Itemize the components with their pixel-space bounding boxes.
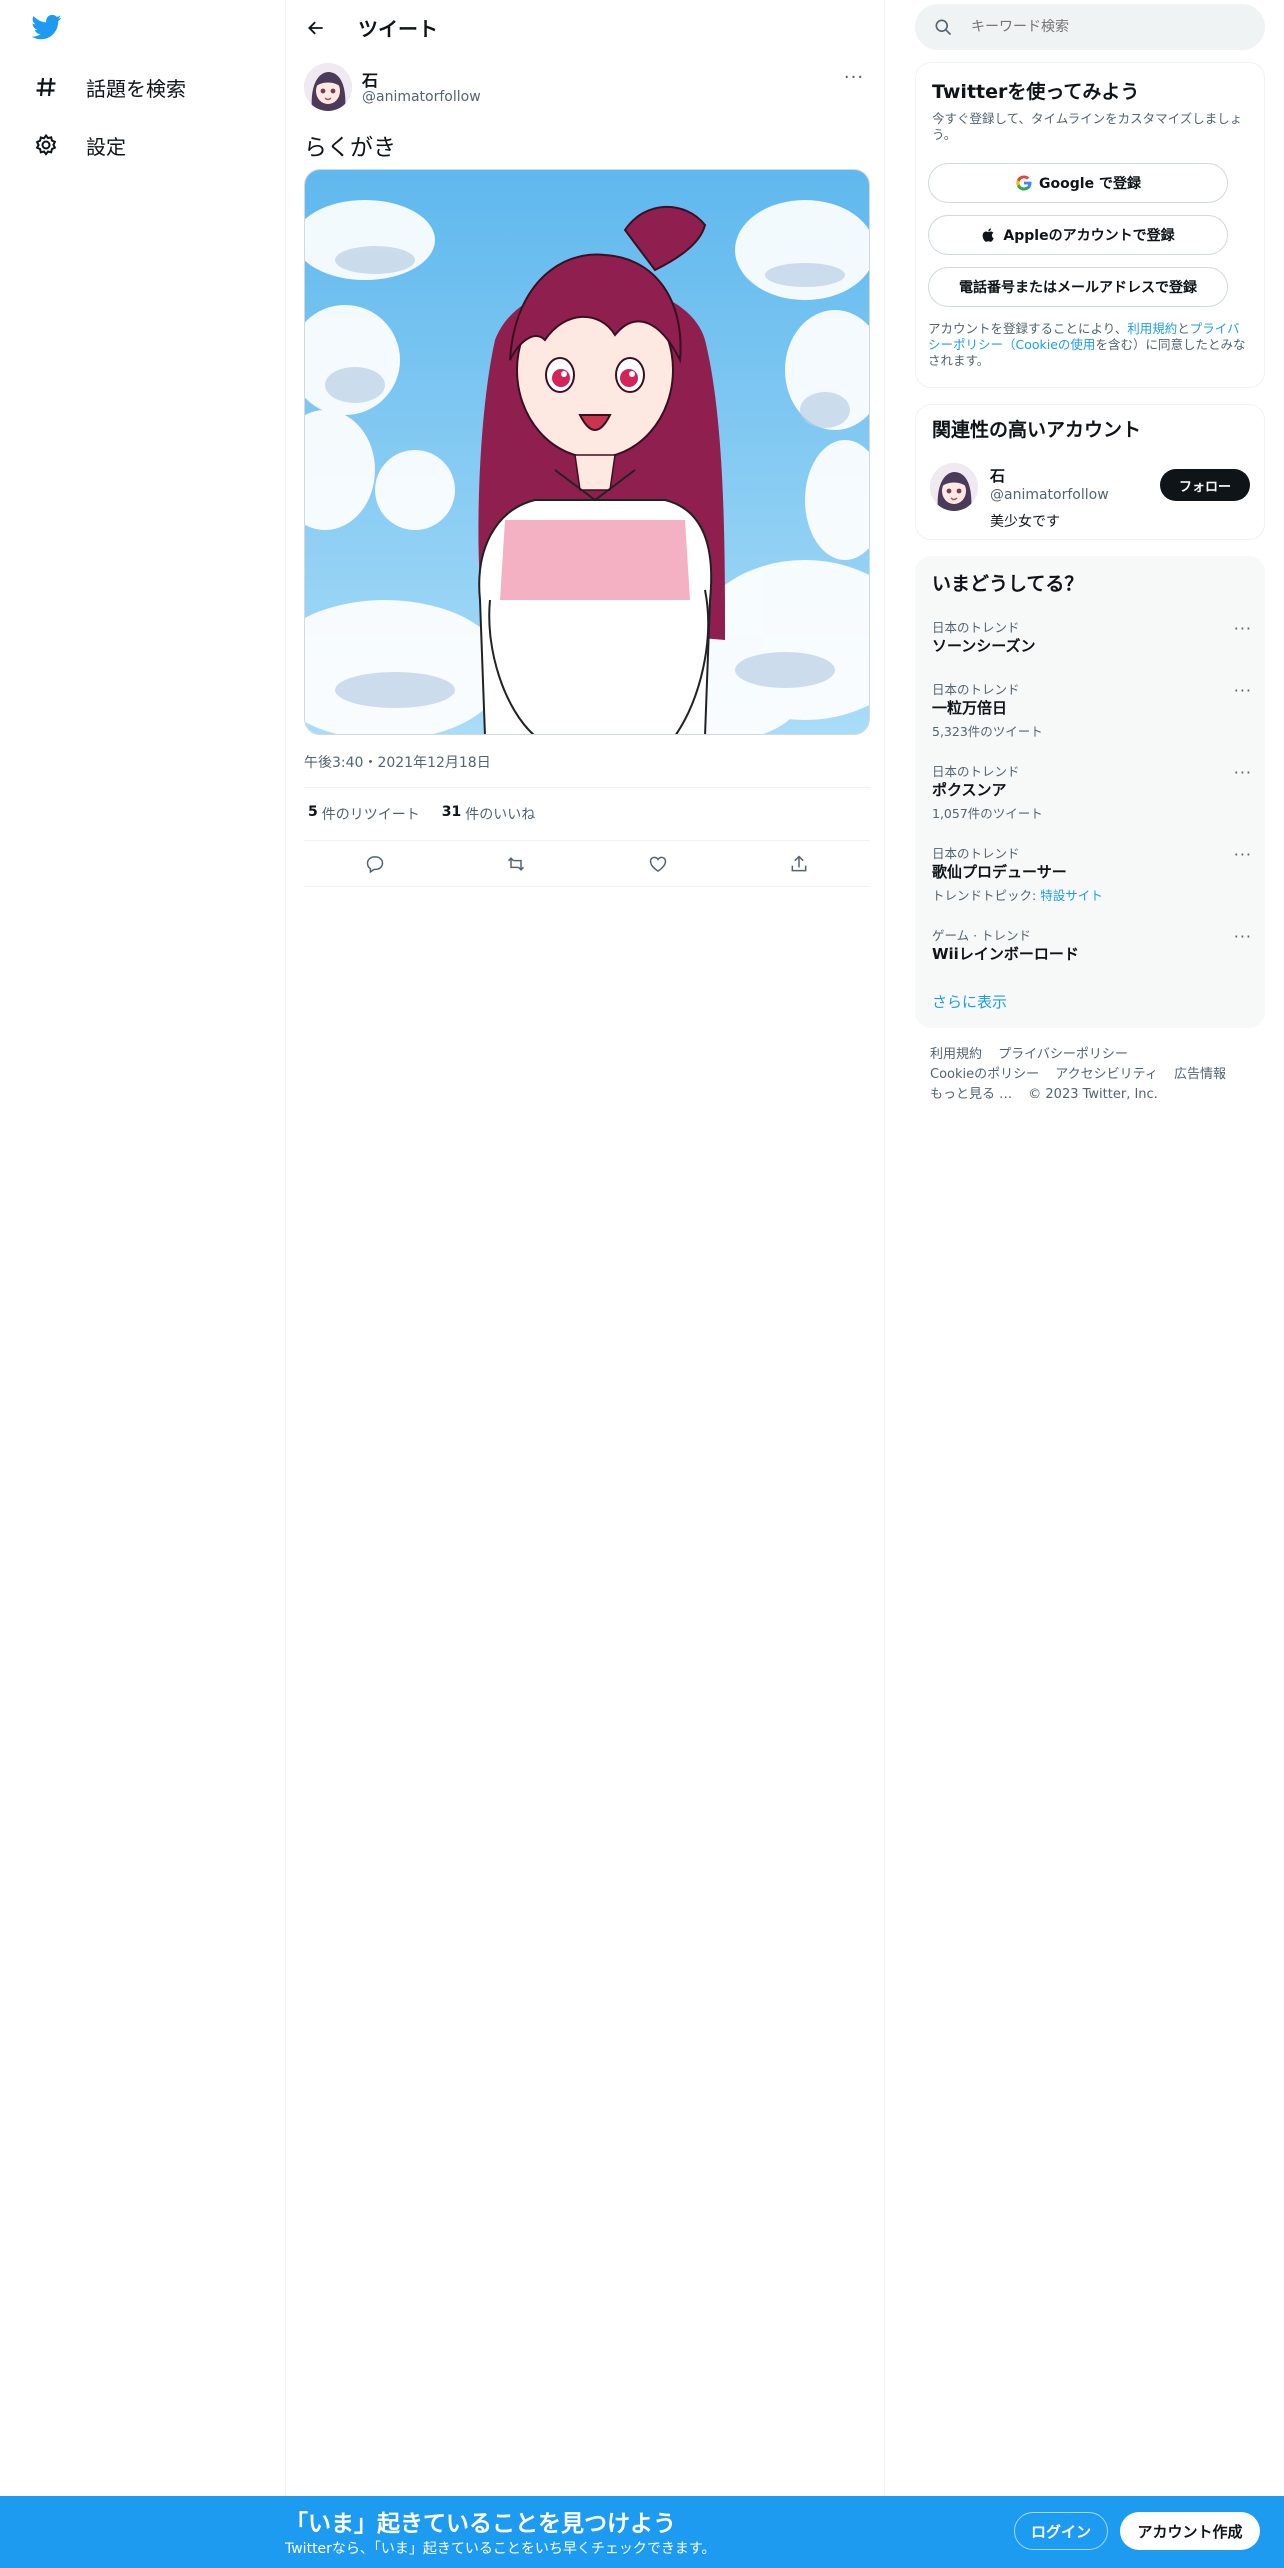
- like-stat[interactable]: 31 件のいいね: [438, 804, 535, 824]
- search-input[interactable]: [971, 19, 1231, 35]
- footer-accessibility-link[interactable]: アクセシビリティ: [1055, 1067, 1158, 1082]
- trend-count: 1,057件のツイート: [932, 806, 1043, 821]
- tweet-text: らくがき: [304, 135, 396, 161]
- legal-and: と: [1177, 321, 1190, 336]
- footer-copyright: © 2023 Twitter, Inc.: [1028, 1087, 1158, 1102]
- like-icon[interactable]: [641, 847, 675, 881]
- back-arrow-icon[interactable]: [300, 12, 332, 44]
- trend-item[interactable]: ゲーム · トレンド Wiiレインボーロード ···: [916, 925, 1266, 995]
- hashtag-icon: [30, 71, 62, 103]
- related-handle[interactable]: @animatorfollow: [990, 487, 1109, 503]
- login-button[interactable]: ログイン: [1014, 2512, 1108, 2550]
- avatar[interactable]: [930, 463, 978, 511]
- apple-icon: [981, 226, 997, 244]
- retweet-stat[interactable]: 5 件のリツイート: [304, 804, 420, 824]
- apple-signup-button[interactable]: Appleのアカウントで登録: [928, 215, 1228, 255]
- trend-item[interactable]: 日本のトレンド ソーンシーズン ···: [916, 617, 1266, 687]
- nav-explore[interactable]: 話題を検索: [30, 62, 186, 112]
- trend-name: 歌仙プロデューサー: [932, 863, 1067, 881]
- footer-ads-link[interactable]: 広告情報: [1174, 1067, 1226, 1082]
- signup-subtitle: 今すぐ登録して、タイムラインをカスタマイズしましょう。: [932, 111, 1243, 142]
- footer-links: 利用規約 プライバシーポリシー Cookieのポリシー アクセシビリティ 広告情…: [930, 1045, 1260, 1105]
- signup-banner: 「いま」起きていることを見つけよう Twitterなら、「いま」起きていることを…: [0, 2496, 1284, 2568]
- trend-context: 日本のトレンド: [932, 846, 1020, 861]
- footer-privacy-link[interactable]: プライバシーポリシー: [998, 1047, 1128, 1062]
- banner-subtitle: Twitterなら、「いま」起きていることをいち早くチェックできます。: [285, 2541, 716, 2557]
- google-signup-button[interactable]: Google で登録: [928, 163, 1228, 203]
- signup-title: Twitterを使ってみよう: [932, 81, 1140, 103]
- apple-signup-label: Appleのアカウントで登録: [1003, 228, 1175, 244]
- more-options-icon[interactable]: ···: [1234, 927, 1252, 946]
- trend-topic-link[interactable]: 特設サイト: [1040, 888, 1103, 903]
- follow-button[interactable]: フォロー: [1160, 469, 1250, 501]
- column-header: ツイート: [286, 0, 886, 54]
- tweet-actions: [304, 841, 870, 887]
- search-icon: [933, 17, 953, 37]
- trend-name: ソーンシーズン: [932, 637, 1036, 655]
- trends-title: いまどうしてる？: [932, 573, 1084, 595]
- retweet-count: 5: [308, 804, 318, 820]
- tweet-timestamp[interactable]: 午後3:40・2021年12月18日: [304, 752, 491, 772]
- share-icon[interactable]: [782, 847, 816, 881]
- search-box[interactable]: [915, 4, 1265, 50]
- reply-icon[interactable]: [358, 847, 392, 881]
- related-bio: 美少女です: [990, 514, 1060, 530]
- google-signup-label: Google で登録: [1039, 176, 1141, 192]
- like-label: 件のいいね: [465, 807, 536, 823]
- gear-icon: [30, 129, 62, 161]
- footer-terms-link[interactable]: 利用規約: [930, 1047, 982, 1062]
- footer-cookie-link[interactable]: Cookieのポリシー: [930, 1067, 1039, 1082]
- footer-more-link[interactable]: もっと見る …: [930, 1087, 1012, 1102]
- terms-link[interactable]: 利用規約: [1127, 321, 1177, 336]
- trend-context: 日本のトレンド: [932, 682, 1020, 697]
- trend-name: ポクスンア: [932, 781, 1007, 799]
- signup-card: Twitterを使ってみよう 今すぐ登録して、タイムラインをカスタマイズしましょ…: [915, 62, 1265, 388]
- author-name[interactable]: 石: [362, 67, 378, 91]
- related-title: 関連性の高いアカウント: [932, 419, 1142, 441]
- tweet-stats: 5 件のリツイート 31 件のいいね: [304, 787, 870, 841]
- banner-title: 「いま」起きていることを見つけよう: [285, 2511, 676, 2537]
- related-name[interactable]: 石: [990, 465, 1005, 486]
- like-count: 31: [441, 804, 462, 820]
- trend-item[interactable]: 日本のトレンド 歌仙プロデューサー トレンドトピック: 特設サイト ···: [916, 843, 1266, 913]
- tweet-column: ツイート 石 @animatorfollow ··· らくがき 午後3:40・2…: [285, 0, 885, 2568]
- trend-topic-label: トレンドトピック:: [932, 888, 1037, 903]
- more-options-icon[interactable]: ···: [1234, 619, 1252, 638]
- retweet-icon[interactable]: [499, 847, 533, 881]
- tweet-image[interactable]: [304, 169, 870, 735]
- show-more-link[interactable]: さらに表示: [932, 991, 1007, 1012]
- legal-prefix: アカウントを登録することにより、: [928, 321, 1128, 336]
- tweet-author: 石 @animatorfollow ···: [304, 63, 870, 113]
- trend-name: Wiiレインボーロード: [932, 945, 1079, 963]
- nav-settings[interactable]: 設定: [30, 120, 126, 170]
- trend-context: 日本のトレンド: [932, 620, 1020, 635]
- retweet-label: 件のリツイート: [321, 807, 420, 823]
- trend-name: 一粒万倍日: [932, 699, 1008, 717]
- signup-legal: アカウントを登録することにより、利用規約とプライバシーポリシー（Cookieの使…: [928, 321, 1246, 369]
- google-icon: [1015, 174, 1033, 192]
- trend-item[interactable]: 日本のトレンド 一粒万倍日 5,323件のツイート ···: [916, 679, 1266, 749]
- more-options-icon[interactable]: ···: [1234, 845, 1252, 864]
- more-options-icon[interactable]: ···: [1234, 763, 1252, 782]
- more-options-icon[interactable]: ···: [838, 65, 870, 89]
- trend-count: 5,323件のツイート: [932, 724, 1043, 739]
- phone-email-signup-button[interactable]: 電話番号またはメールアドレスで登録: [928, 267, 1228, 307]
- trend-context: ゲーム · トレンド: [932, 928, 1032, 943]
- avatar[interactable]: [304, 63, 352, 111]
- nav-settings-label: 設定: [86, 134, 126, 159]
- author-handle[interactable]: @animatorfollow: [362, 89, 481, 105]
- page-title: ツイート: [358, 17, 438, 41]
- nav-explore-label: 話題を検索: [86, 76, 186, 101]
- twitter-bird-icon[interactable]: [30, 12, 68, 46]
- related-accounts-card: 関連性の高いアカウント 石 @animatorfollow 美少女です フォロー: [915, 404, 1265, 540]
- phone-email-signup-label: 電話番号またはメールアドレスで登録: [959, 280, 1197, 296]
- trend-context: 日本のトレンド: [932, 764, 1020, 779]
- trends-card: いまどうしてる？ 日本のトレンド ソーンシーズン ··· 日本のトレンド 一粒万…: [915, 556, 1265, 1028]
- trend-item[interactable]: 日本のトレンド ポクスンア 1,057件のツイート ···: [916, 761, 1266, 831]
- left-nav: 話題を検索 設定: [0, 0, 285, 2568]
- create-account-button[interactable]: アカウント作成: [1120, 2512, 1260, 2550]
- more-options-icon[interactable]: ···: [1234, 681, 1252, 700]
- trend-count: トレンドトピック: 特設サイト: [932, 885, 1103, 904]
